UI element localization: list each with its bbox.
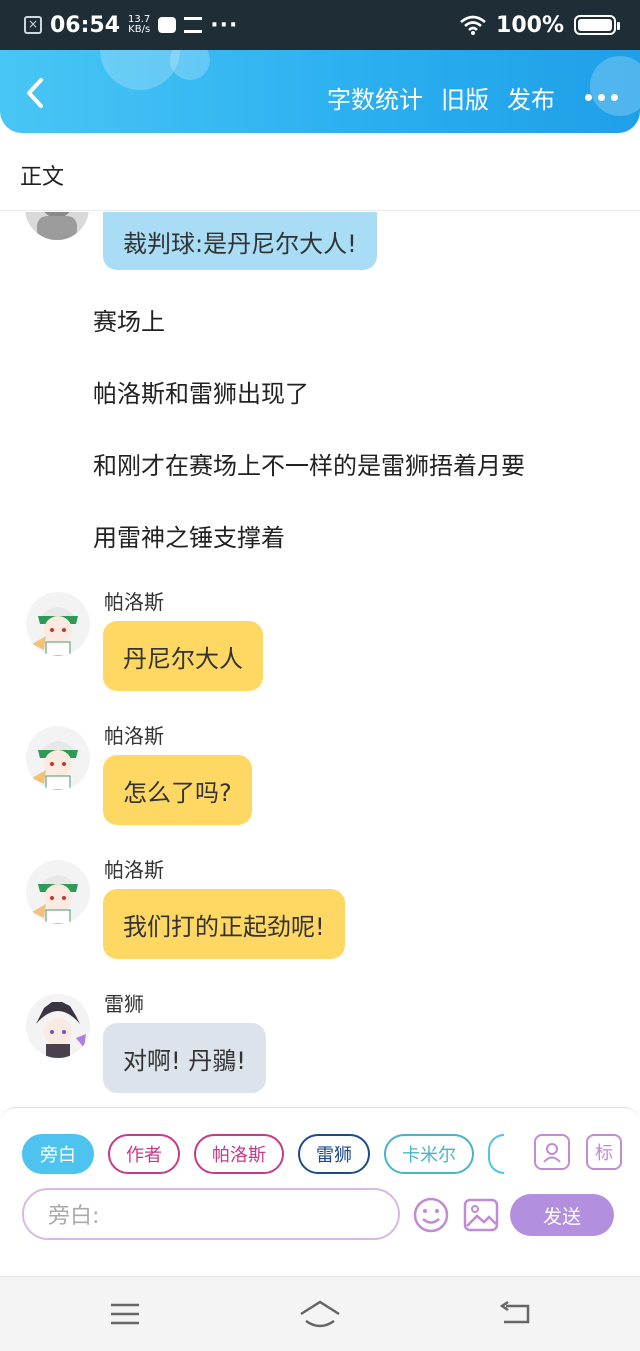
status-time: 06:54 [50, 12, 121, 38]
message-text: 怎么了吗? [123, 778, 232, 807]
more-notifications: ··· [210, 12, 239, 38]
back-icon[interactable] [495, 1297, 535, 1331]
section-label: 正文 [0, 133, 640, 211]
panel-spacer [0, 1241, 640, 1276]
message-input[interactable]: 旁白: [22, 1188, 400, 1240]
more-dots-icon[interactable] [585, 94, 618, 101]
narration-line: 用雷神之锤支撑着 [93, 524, 285, 552]
role-chip-list: 旁白 作者 帕洛斯 雷狮 卡米尔 [22, 1132, 517, 1176]
message-text: 丹尼尔大人 [123, 644, 243, 673]
tag-button[interactable]: 标 [586, 1134, 622, 1170]
message-bubble[interactable]: 对啊! 丹鶸! [103, 1023, 266, 1093]
avatar[interactable] [26, 592, 90, 656]
chat-content[interactable]: 裁判球:是丹尼尔大人! 赛场上 帕洛斯和雷狮出现了 和刚才在赛场上不一样的是雷狮… [0, 212, 640, 1107]
publish-button[interactable]: 发布 [507, 80, 555, 115]
mail-icon [158, 17, 177, 33]
speaker-name: 帕洛斯 [104, 724, 164, 748]
back-button[interactable] [20, 76, 50, 110]
role-chip-kamier[interactable]: 卡米尔 [384, 1134, 474, 1174]
old-version-button[interactable]: 旧版 [441, 80, 489, 115]
message-bubble[interactable]: 丹尼尔大人 [103, 621, 263, 691]
narration-line: 赛场上 [93, 308, 165, 336]
avatar[interactable] [26, 726, 90, 790]
avatar[interactable] [25, 212, 89, 240]
avatar[interactable] [26, 860, 90, 924]
message-bubble[interactable]: 我们打的正起劲呢! [103, 889, 345, 959]
wifi-icon [460, 15, 486, 35]
role-chip-more[interactable] [488, 1134, 504, 1174]
speaker-name: 帕洛斯 [104, 590, 164, 614]
role-chip-narrator[interactable]: 旁白 [22, 1134, 94, 1174]
message-bubble[interactable]: 裁判球:是丹尼尔大人! [103, 212, 377, 270]
avatar[interactable] [26, 994, 90, 1058]
system-nav-bar [0, 1276, 640, 1351]
message-text: 裁判球:是丹尼尔大人! [123, 229, 357, 258]
image-icon[interactable] [462, 1196, 500, 1234]
message-text: 我们打的正起劲呢! [123, 912, 325, 941]
narration-line: 和刚才在赛场上不一样的是雷狮捂着月要 [93, 452, 525, 480]
role-chip-author[interactable]: 作者 [108, 1134, 180, 1174]
narration-line: 帕洛斯和雷狮出现了 [93, 380, 309, 408]
speaker-name: 帕洛斯 [104, 858, 164, 882]
smile-icon[interactable] [412, 1196, 450, 1234]
user-card-icon[interactable] [534, 1134, 570, 1170]
message-text: 对啊! 丹鶸! [123, 1046, 246, 1075]
role-chip-palos[interactable]: 帕洛斯 [194, 1134, 284, 1174]
battery-icon [574, 15, 620, 35]
stack-icon [184, 17, 203, 33]
status-bar: × 06:54 13.7 KB/s ··· 100% [0, 0, 640, 50]
chevron-left-icon [27, 78, 43, 108]
message-bubble[interactable]: 怎么了吗? [103, 755, 252, 825]
home-icon[interactable] [298, 1297, 342, 1331]
compose-panel: 旁白 作者 帕洛斯 雷狮 卡米尔 标 旁白: 发送 [0, 1107, 640, 1241]
notification-x-icon: × [24, 16, 42, 34]
net-speed: 13.7 KB/s [128, 14, 151, 35]
speaker-name: 雷狮 [104, 992, 144, 1016]
menu-icon[interactable] [105, 1297, 145, 1331]
role-chip-leishi[interactable]: 雷狮 [298, 1134, 370, 1174]
word-count-button[interactable]: 字数统计 [327, 80, 423, 115]
battery-percent: 100% [496, 12, 564, 38]
send-button[interactable]: 发送 [510, 1194, 614, 1236]
app-header: 字数统计 旧版 发布 [0, 50, 640, 133]
